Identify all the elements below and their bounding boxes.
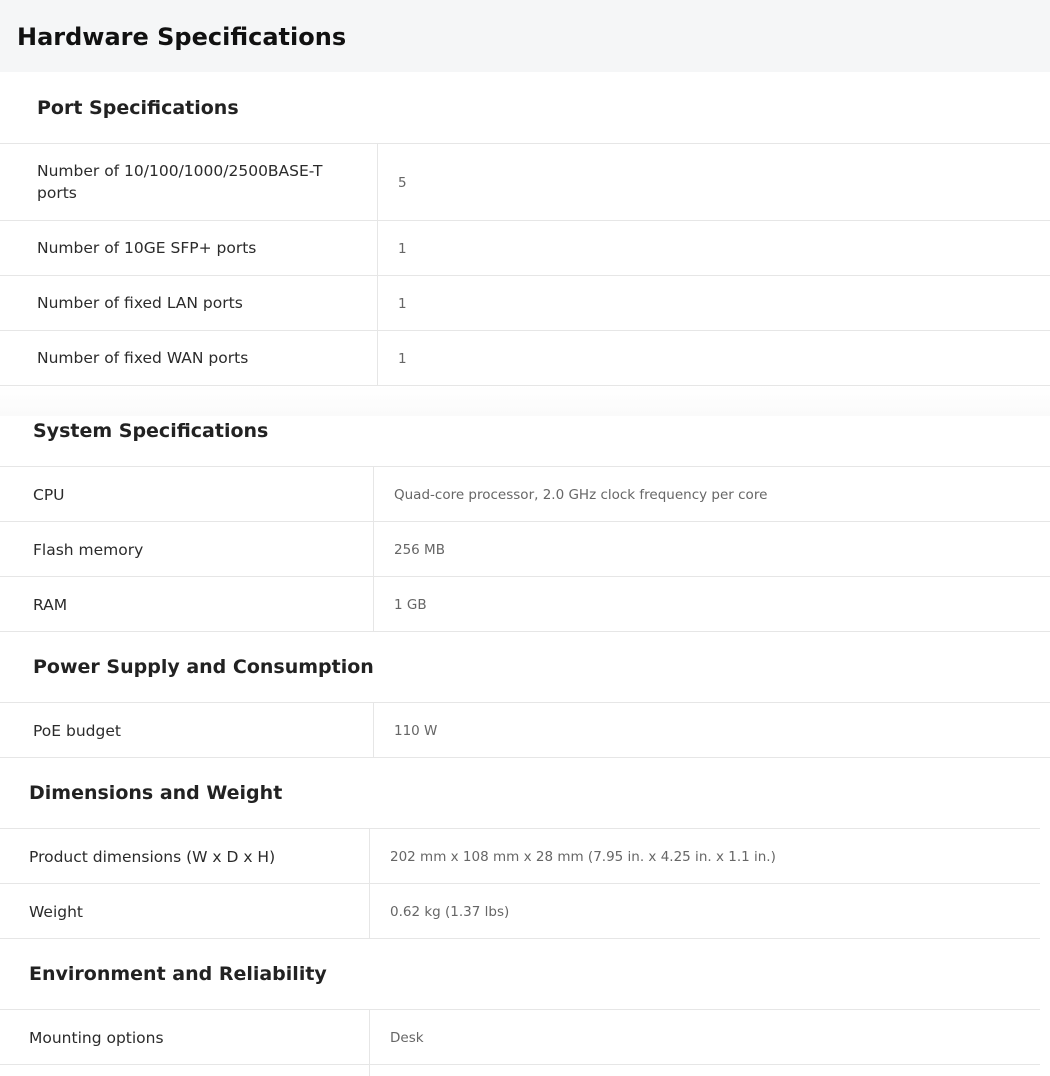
spec-label: Weight [29,903,84,921]
table-row-partial [0,1064,1040,1076]
section-title-power: Power Supply and Consumption [33,656,374,678]
spec-value: Quad-core processor, 2.0 GHz clock frequ… [394,487,768,503]
table-row: Number of 10/100/1000/2500BASE-T ports 5 [0,143,1050,221]
spec-value: 0.62 kg (1.37 lbs) [390,904,510,920]
spec-label: Flash memory [33,541,144,559]
section-title-environment: Environment and Reliability [29,963,327,985]
spec-label: Number of 10GE SFP+ ports [37,239,257,257]
spec-value: 1 [398,296,407,312]
spec-label: RAM [33,596,68,614]
spec-label: CPU [33,486,65,504]
spec-label: Number of fixed LAN ports [37,294,243,312]
spec-label: Product dimensions (W x D x H) [29,848,276,866]
section-title-system: System Specifications [33,420,269,442]
spec-label: PoE budget [33,722,121,740]
spec-value: 110 W [394,723,438,739]
spec-value: 256 MB [394,542,445,558]
section-title-port: Port Specifications [37,97,239,119]
page-header: Hardware Specifications [0,0,1050,72]
spec-label: Number of fixed WAN ports [37,349,249,367]
spec-value: 202 mm x 108 mm x 28 mm (7.95 in. x 4.25… [390,849,776,865]
page-title: Hardware Specifications [17,23,347,51]
table-row: RAM 1 GB [0,576,1050,632]
spec-value: 1 GB [394,597,427,613]
spec-value: 1 [398,351,407,367]
table-row: Mounting options Desk [0,1009,1040,1065]
table-row: Weight 0.62 kg (1.37 lbs) [0,883,1040,939]
table-row: Number of fixed WAN ports 1 [0,330,1050,386]
table-row: Product dimensions (W x D x H) 202 mm x … [0,828,1040,884]
table-row: PoE budget 110 W [0,702,1050,758]
table-row: CPU Quad-core processor, 2.0 GHz clock f… [0,466,1050,522]
table-row: Number of 10GE SFP+ ports 1 [0,220,1050,276]
table-row: Number of fixed LAN ports 1 [0,275,1050,331]
spec-label: Mounting options [29,1029,164,1047]
spec-label: Number of 10/100/1000/2500BASE-T ports [37,162,323,202]
section-title-dimensions: Dimensions and Weight [29,782,283,804]
spec-value: 5 [398,175,407,191]
spec-value: Desk [390,1030,424,1046]
table-row: Flash memory 256 MB [0,521,1050,577]
spec-value: 1 [398,241,407,257]
